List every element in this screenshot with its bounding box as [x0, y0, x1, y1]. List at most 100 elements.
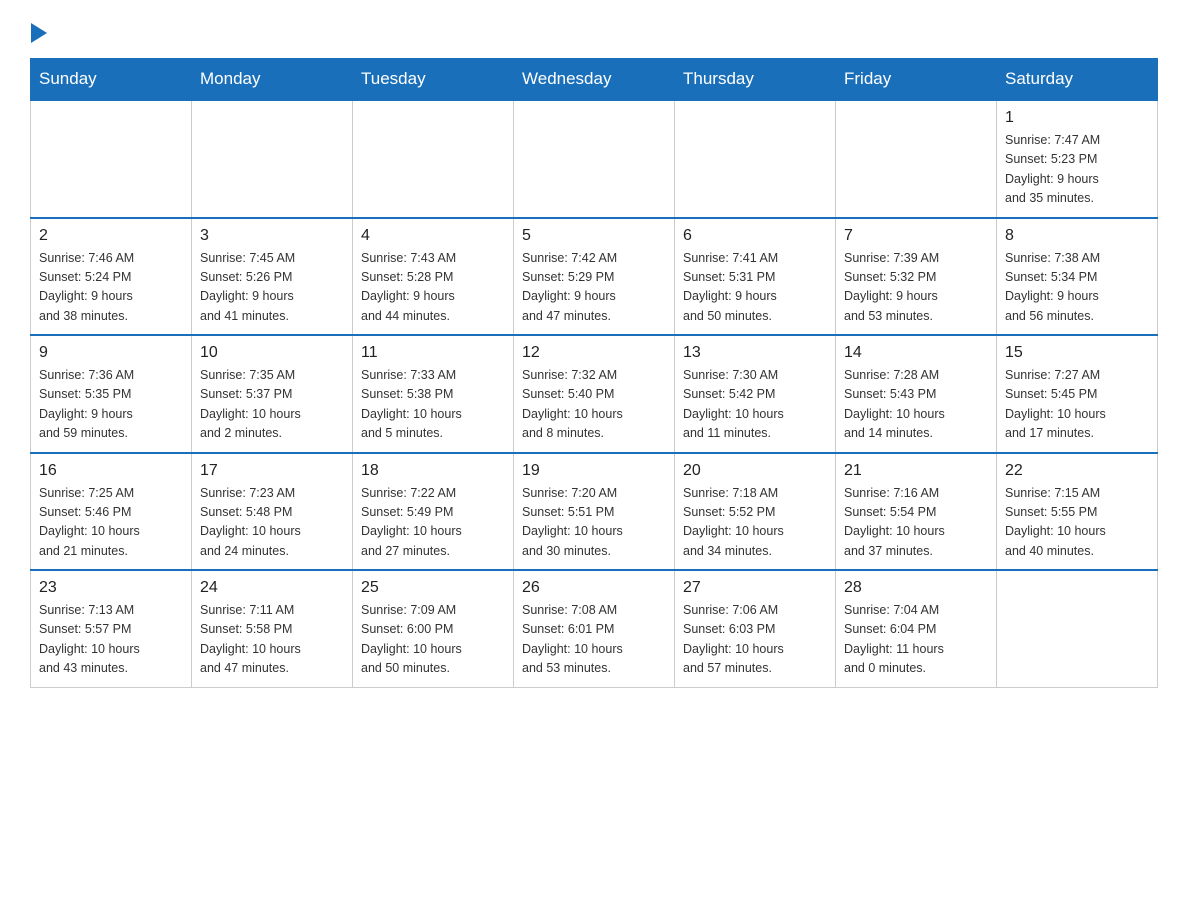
calendar-cell [353, 100, 514, 218]
week-row-3: 9 Sunrise: 7:36 AM Sunset: 5:35 PM Daylig… [31, 335, 1158, 453]
calendar-cell: 1 Sunrise: 7:47 AM Sunset: 5:23 PM Daylig… [997, 100, 1158, 218]
day-number: 20 [683, 462, 827, 480]
calendar-cell: 20 Sunrise: 7:18 AM Sunset: 5:52 PM Dayli… [675, 453, 836, 571]
day-number: 13 [683, 344, 827, 362]
day-info: Sunrise: 7:33 AM Sunset: 5:38 PM Dayligh… [361, 366, 505, 444]
day-number: 19 [522, 462, 666, 480]
day-number: 15 [1005, 344, 1149, 362]
day-info: Sunrise: 7:47 AM Sunset: 5:23 PM Dayligh… [1005, 131, 1149, 209]
day-number: 16 [39, 462, 183, 480]
calendar-cell [31, 100, 192, 218]
weekday-header-tuesday: Tuesday [353, 59, 514, 101]
calendar-cell: 4Sunrise: 7:43 AM Sunset: 5:28 PM Daylig… [353, 218, 514, 336]
weekday-header-friday: Friday [836, 59, 997, 101]
calendar-cell [997, 570, 1158, 687]
day-info: Sunrise: 7:35 AM Sunset: 5:37 PM Dayligh… [200, 366, 344, 444]
weekday-header-sunday: Sunday [31, 59, 192, 101]
day-info: Sunrise: 7:25 AM Sunset: 5:46 PM Dayligh… [39, 484, 183, 562]
day-number: 3 [200, 227, 344, 245]
calendar-cell: 26 Sunrise: 7:08 AM Sunset: 6:01 PM Dayli… [514, 570, 675, 687]
day-info: Sunrise: 7:43 AM Sunset: 5:28 PM Dayligh… [361, 249, 505, 327]
day-info: Sunrise: 7:06 AM Sunset: 6:03 PM Dayligh… [683, 601, 827, 679]
calendar-cell: 6 Sunrise: 7:41 AM Sunset: 5:31 PM Daylig… [675, 218, 836, 336]
day-info: Sunrise: 7:30 AM Sunset: 5:42 PM Dayligh… [683, 366, 827, 444]
day-number: 26 [522, 579, 666, 597]
day-info: Sunrise: 7:09 AM Sunset: 6:00 PM Dayligh… [361, 601, 505, 679]
calendar-cell: 19 Sunrise: 7:20 AM Sunset: 5:51 PM Dayli… [514, 453, 675, 571]
day-number: 21 [844, 462, 988, 480]
day-number: 8 [1005, 227, 1149, 245]
day-number: 7 [844, 227, 988, 245]
calendar-cell: 28 Sunrise: 7:04 AM Sunset: 6:04 PM Dayli… [836, 570, 997, 687]
calendar-cell: 7 Sunrise: 7:39 AM Sunset: 5:32 PM Daylig… [836, 218, 997, 336]
logo-chevron-icon [31, 23, 47, 48]
day-number: 28 [844, 579, 988, 597]
calendar-cell: 14 Sunrise: 7:28 AM Sunset: 5:43 PM Dayli… [836, 335, 997, 453]
day-number: 23 [39, 579, 183, 597]
day-number: 11 [361, 344, 505, 362]
day-info: Sunrise: 7:38 AM Sunset: 5:34 PM Dayligh… [1005, 249, 1149, 327]
calendar-cell [836, 100, 997, 218]
weekday-header-wednesday: Wednesday [514, 59, 675, 101]
calendar-cell: 3 Sunrise: 7:45 AM Sunset: 5:26 PM Daylig… [192, 218, 353, 336]
day-info: Sunrise: 7:42 AM Sunset: 5:29 PM Dayligh… [522, 249, 666, 327]
day-info: Sunrise: 7:39 AM Sunset: 5:32 PM Dayligh… [844, 249, 988, 327]
day-info: Sunrise: 7:41 AM Sunset: 5:31 PM Dayligh… [683, 249, 827, 327]
weekday-header-monday: Monday [192, 59, 353, 101]
day-info: Sunrise: 7:27 AM Sunset: 5:45 PM Dayligh… [1005, 366, 1149, 444]
day-info: Sunrise: 7:15 AM Sunset: 5:55 PM Dayligh… [1005, 484, 1149, 562]
day-number: 22 [1005, 462, 1149, 480]
calendar-cell [514, 100, 675, 218]
day-number: 25 [361, 579, 505, 597]
day-number: 1 [1005, 109, 1149, 127]
logo [30, 20, 47, 48]
calendar-cell: 8 Sunrise: 7:38 AM Sunset: 5:34 PM Daylig… [997, 218, 1158, 336]
day-info: Sunrise: 7:16 AM Sunset: 5:54 PM Dayligh… [844, 484, 988, 562]
day-number: 17 [200, 462, 344, 480]
week-row-4: 16 Sunrise: 7:25 AM Sunset: 5:46 PM Dayli… [31, 453, 1158, 571]
day-info: Sunrise: 7:22 AM Sunset: 5:49 PM Dayligh… [361, 484, 505, 562]
week-row-1: 1 Sunrise: 7:47 AM Sunset: 5:23 PM Daylig… [31, 100, 1158, 218]
calendar-cell: 13 Sunrise: 7:30 AM Sunset: 5:42 PM Dayli… [675, 335, 836, 453]
day-number: 2 [39, 227, 183, 245]
calendar-cell: 21 Sunrise: 7:16 AM Sunset: 5:54 PM Dayli… [836, 453, 997, 571]
calendar-cell: 11 Sunrise: 7:33 AM Sunset: 5:38 PM Dayli… [353, 335, 514, 453]
calendar-cell: 24 Sunrise: 7:11 AM Sunset: 5:58 PM Dayli… [192, 570, 353, 687]
day-info: Sunrise: 7:20 AM Sunset: 5:51 PM Dayligh… [522, 484, 666, 562]
day-number: 10 [200, 344, 344, 362]
day-number: 24 [200, 579, 344, 597]
day-info: Sunrise: 7:13 AM Sunset: 5:57 PM Dayligh… [39, 601, 183, 679]
calendar-cell: 22 Sunrise: 7:15 AM Sunset: 5:55 PM Dayli… [997, 453, 1158, 571]
day-number: 12 [522, 344, 666, 362]
day-info: Sunrise: 7:18 AM Sunset: 5:52 PM Dayligh… [683, 484, 827, 562]
calendar-cell: 23 Sunrise: 7:13 AM Sunset: 5:57 PM Dayli… [31, 570, 192, 687]
calendar-cell: 17 Sunrise: 7:23 AM Sunset: 5:48 PM Dayli… [192, 453, 353, 571]
day-info: Sunrise: 7:11 AM Sunset: 5:58 PM Dayligh… [200, 601, 344, 679]
calendar-cell: 5 Sunrise: 7:42 AM Sunset: 5:29 PM Daylig… [514, 218, 675, 336]
day-number: 9 [39, 344, 183, 362]
calendar-cell: 15 Sunrise: 7:27 AM Sunset: 5:45 PM Dayli… [997, 335, 1158, 453]
day-info: Sunrise: 7:08 AM Sunset: 6:01 PM Dayligh… [522, 601, 666, 679]
day-number: 5 [522, 227, 666, 245]
day-number: 27 [683, 579, 827, 597]
day-info: Sunrise: 7:28 AM Sunset: 5:43 PM Dayligh… [844, 366, 988, 444]
day-info: Sunrise: 7:04 AM Sunset: 6:04 PM Dayligh… [844, 601, 988, 679]
day-info: Sunrise: 7:45 AM Sunset: 5:26 PM Dayligh… [200, 249, 344, 327]
calendar-cell: 25 Sunrise: 7:09 AM Sunset: 6:00 PM Dayli… [353, 570, 514, 687]
day-number: 18 [361, 462, 505, 480]
calendar-cell: 10 Sunrise: 7:35 AM Sunset: 5:37 PM Dayli… [192, 335, 353, 453]
weekday-header-saturday: Saturday [997, 59, 1158, 101]
day-info: Sunrise: 7:23 AM Sunset: 5:48 PM Dayligh… [200, 484, 344, 562]
week-row-2: 2 Sunrise: 7:46 AM Sunset: 5:24 PM Daylig… [31, 218, 1158, 336]
calendar-cell: 27 Sunrise: 7:06 AM Sunset: 6:03 PM Dayli… [675, 570, 836, 687]
calendar-cell: 18 Sunrise: 7:22 AM Sunset: 5:49 PM Dayli… [353, 453, 514, 571]
calendar-cell [192, 100, 353, 218]
day-info: Sunrise: 7:32 AM Sunset: 5:40 PM Dayligh… [522, 366, 666, 444]
day-number: 14 [844, 344, 988, 362]
page-header [30, 20, 1158, 48]
week-row-5: 23 Sunrise: 7:13 AM Sunset: 5:57 PM Dayli… [31, 570, 1158, 687]
day-info: Sunrise: 7:46 AM Sunset: 5:24 PM Dayligh… [39, 249, 183, 327]
day-info: Sunrise: 7:36 AM Sunset: 5:35 PM Dayligh… [39, 366, 183, 444]
day-number: 6 [683, 227, 827, 245]
calendar-cell: 12 Sunrise: 7:32 AM Sunset: 5:40 PM Dayli… [514, 335, 675, 453]
